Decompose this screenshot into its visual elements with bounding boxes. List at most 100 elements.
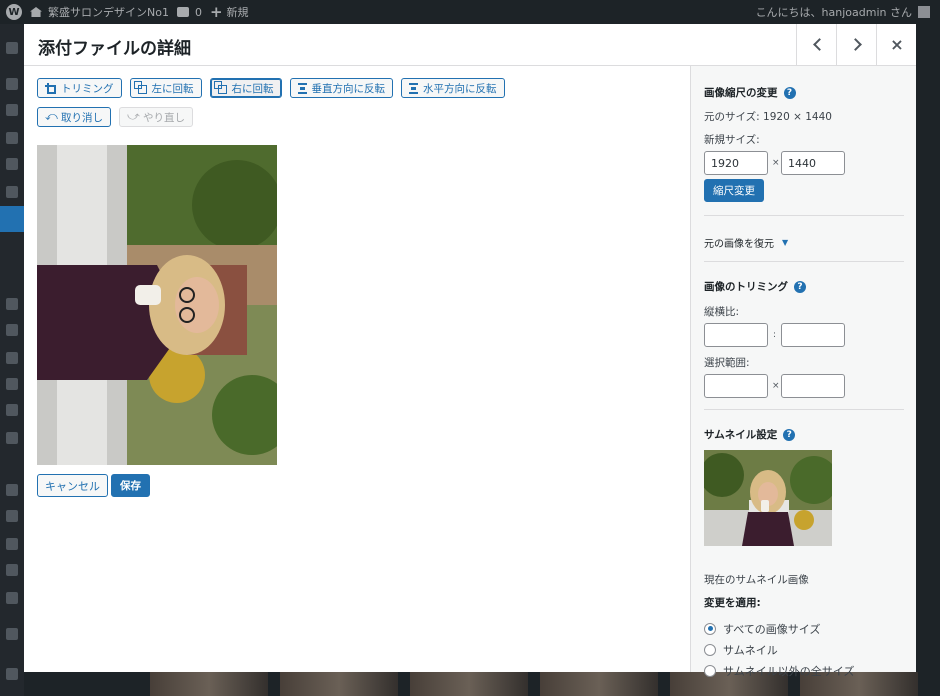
home-icon (30, 7, 42, 17)
site-name-label: 繁盛サロンデザインNo1 (48, 6, 169, 19)
edited-image-preview[interactable] (37, 145, 277, 465)
apply-target-radio-group: すべての画像サイズ サムネイル サムネイル以外の全サイズ (704, 618, 904, 681)
avatar (918, 6, 930, 18)
rotate-left-icon (133, 81, 147, 94)
selection-height-input[interactable] (781, 374, 845, 398)
admin-side-menu (0, 24, 24, 696)
pin-icon[interactable] (6, 324, 18, 336)
radio-button[interactable] (704, 664, 716, 677)
selection-width-input[interactable] (704, 374, 768, 398)
restore-original-toggle[interactable]: 元の画像を復元 ▼ (704, 235, 904, 250)
comments-link[interactable]: 0 (176, 6, 202, 19)
thumbnail-title: サムネイル設定 ? (704, 427, 904, 442)
original-size-text: 元のサイズ: 1920 × 1440 (704, 111, 832, 123)
undo-icon (45, 109, 58, 124)
pin-icon[interactable] (6, 78, 18, 90)
pin-icon[interactable] (6, 432, 18, 444)
previous-attachment-button[interactable] (796, 24, 837, 65)
help-icon[interactable]: ? (783, 428, 796, 441)
site-name-link[interactable]: 繁盛サロンデザインNo1 (30, 4, 169, 20)
pin-icon[interactable] (6, 352, 18, 364)
plus-icon: + (209, 3, 223, 21)
save-button[interactable]: 保存 (111, 474, 150, 497)
undo-button[interactable]: 取り消し (37, 107, 111, 127)
media-thumbnail (280, 672, 398, 696)
image-editor: トリミング 左に回転 右に回転 垂直方向に反転 水平方向に反転 取り消 (24, 66, 690, 672)
flip-vertical-icon (297, 82, 307, 94)
attachment-details-modal: 添付ファイルの詳細 × トリミング 左に回転 右に回転 垂直方向に反転 水平方向… (24, 24, 917, 678)
selection-fields: × (704, 374, 904, 398)
media-thumbnail (410, 672, 528, 696)
aspect-separator: : (772, 330, 777, 340)
wordpress-logo-icon[interactable]: W (6, 4, 22, 20)
rotate-left-button[interactable]: 左に回転 (129, 78, 202, 98)
aspect-ratio-label: 縦横比: (704, 306, 740, 318)
thumbnail-section: サムネイル設定 ? (704, 427, 904, 442)
rotate-right-icon (213, 81, 227, 94)
flip-horizontal-icon (409, 82, 418, 94)
crop-button[interactable]: トリミング (37, 78, 122, 98)
pin-icon[interactable] (6, 104, 18, 116)
tools-icon[interactable] (6, 564, 18, 576)
radio-button[interactable] (704, 643, 716, 656)
aspect-width-input[interactable] (704, 323, 768, 347)
editor-toolbar: トリミング 左に回転 右に回転 垂直方向に反転 水平方向に反転 (37, 78, 505, 98)
modal-title: 添付ファイルの詳細 (38, 39, 191, 59)
brush-icon[interactable] (6, 628, 18, 640)
close-icon: × (890, 35, 904, 54)
radio-all-sizes[interactable]: すべての画像サイズ (704, 618, 904, 639)
section-divider (704, 215, 904, 216)
close-modal-button[interactable]: × (876, 24, 917, 65)
chevron-right-icon (848, 38, 862, 51)
selection-separator: × (772, 381, 780, 391)
rotate-right-button[interactable]: 右に回転 (209, 78, 282, 98)
users-icon[interactable] (6, 538, 18, 550)
pin-icon[interactable] (6, 158, 18, 170)
new-content-link[interactable]: + 新規 (210, 3, 249, 21)
crop-title: 画像のトリミング ? (704, 279, 904, 294)
pin-icon[interactable] (6, 132, 18, 144)
help-icon[interactable]: ? (794, 280, 806, 293)
comments-icon[interactable] (6, 404, 18, 416)
radio-button[interactable] (704, 622, 716, 635)
new-label: 新規 (226, 6, 249, 19)
radio-all-except-thumbnail[interactable]: サムネイル以外の全サイズ (704, 660, 904, 681)
pin-icon[interactable] (6, 298, 18, 310)
scale-button[interactable]: 縮尺変更 (704, 179, 764, 202)
thumbnail-photo-illustration (704, 450, 832, 546)
triangle-down-icon: ▼ (782, 238, 789, 247)
flip-vertical-button[interactable]: 垂直方向に反転 (289, 78, 393, 98)
editor-actions: キャンセル 保存 (37, 474, 150, 497)
scale-section: 画像縮尺の変更 ? 元のサイズ: 1920 × 1440 新規サイズ: × 縮尺… (704, 85, 904, 202)
pages-icon[interactable] (6, 378, 18, 390)
selection-label: 選択範囲: (704, 357, 750, 369)
restore-section: 元の画像を復元 ▼ (704, 235, 904, 250)
help-icon[interactable]: ? (783, 86, 796, 99)
dashboard-icon[interactable] (6, 42, 18, 54)
radio-thumbnail-only[interactable]: サムネイル (704, 639, 904, 660)
flip-horizontal-button[interactable]: 水平方向に反転 (401, 78, 505, 98)
media-thumbnail (150, 672, 268, 696)
crop-icon (45, 82, 56, 94)
new-size-label: 新規サイズ: (704, 134, 760, 146)
size-separator: × (772, 158, 780, 168)
section-divider (704, 409, 904, 410)
redo-button[interactable]: やり直し (119, 107, 193, 127)
crop-section: 画像のトリミング ? 縦横比: : 選択範囲: × (704, 279, 904, 398)
scale-height-input[interactable] (781, 151, 845, 175)
cancel-button[interactable]: キャンセル (37, 474, 108, 497)
aspect-height-input[interactable] (781, 323, 845, 347)
account-menu[interactable]: こんにちは、hanjoadmin さん (756, 0, 930, 24)
appearance-icon[interactable] (6, 484, 18, 496)
settings-icon[interactable] (6, 592, 18, 604)
apply-changes-label: 変更を適用: (704, 597, 761, 609)
pin-icon[interactable] (6, 186, 18, 198)
history-toolbar: 取り消し やり直し (37, 107, 193, 127)
section-divider (704, 261, 904, 262)
next-attachment-button[interactable] (836, 24, 877, 65)
media-icon[interactable] (0, 206, 24, 232)
plugins-icon[interactable] (6, 510, 18, 522)
cpt-ui-icon[interactable] (6, 668, 18, 680)
thumbnail-apply-section: 現在のサムネイル画像 変更を適用: すべての画像サイズ サムネイル サムネイル以… (704, 572, 904, 681)
scale-width-input[interactable] (704, 151, 768, 175)
